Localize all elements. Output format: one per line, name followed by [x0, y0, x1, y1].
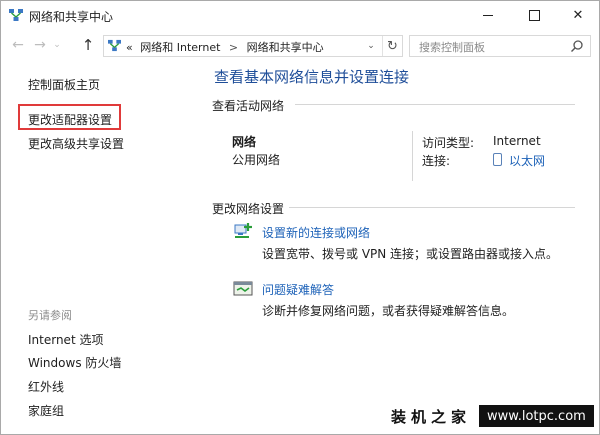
network-name: 网络	[232, 135, 257, 149]
breadcrumb-separator[interactable]: >	[229, 41, 238, 54]
section-divider	[289, 207, 575, 208]
troubleshoot-problems-desc: 诊断并修复网络问题，或者获得疑难解答信息。	[262, 304, 515, 318]
ethernet-icon	[493, 153, 502, 166]
setup-new-connection-link[interactable]: 设置新的连接或网络	[262, 224, 370, 241]
network-setup-icon	[234, 223, 252, 238]
address-dropdown-button[interactable]: ⌄	[362, 36, 380, 56]
close-icon: ✕	[572, 7, 584, 23]
watermark: 装机之家 www.lotpc.com	[391, 405, 594, 427]
troubleshoot-icon	[233, 281, 253, 296]
page-title: 查看基本网络信息并设置连接	[214, 68, 410, 86]
network-sharing-window: 网络和共享中心 ✕ ← → ⌄ ↑ « 网络和 Internet > 网络和共享…	[0, 0, 600, 435]
title-bar: 网络和共享中心 ✕	[1, 1, 599, 31]
maximize-icon	[528, 9, 540, 21]
change-adapter-settings-link[interactable]: 更改适配器设置	[28, 111, 112, 128]
minimize-icon	[483, 14, 493, 16]
back-button[interactable]: ←	[9, 36, 27, 54]
minimize-button[interactable]	[469, 1, 507, 29]
search-icon[interactable]	[570, 39, 584, 53]
breadcrumb: « 网络和 Internet > 网络和共享中心	[126, 39, 324, 55]
internet-options-link[interactable]: Internet 选项	[28, 331, 103, 348]
network-type-link[interactable]: 公用网络	[232, 151, 280, 168]
search-box[interactable]: 搜索控制面板	[409, 35, 591, 57]
network-sharing-icon	[108, 39, 121, 52]
search-input[interactable]: 搜索控制面板	[419, 39, 485, 55]
navigation-bar: ← → ⌄ ↑ « 网络和 Internet > 网络和共享中心 ⌄ ↻ 搜索控…	[1, 32, 599, 58]
main-pane: 查看基本网络信息并设置连接 查看活动网络 网络 公用网络 访问类型: Inter…	[197, 59, 599, 434]
vertical-divider	[412, 131, 413, 181]
forward-arrow-icon: →	[34, 37, 46, 53]
infrared-link[interactable]: 红外线	[28, 378, 64, 395]
recent-locations-button[interactable]: ⌄	[50, 36, 64, 54]
chevron-down-icon: ⌄	[53, 40, 61, 50]
network-sharing-icon	[9, 9, 23, 21]
left-pane: 控制面板主页 更改适配器设置 更改高级共享设置 另请参阅 Internet 选项…	[1, 59, 196, 434]
change-settings-heading: 更改网络设置	[212, 202, 285, 216]
access-type-value: Internet	[493, 134, 541, 148]
refresh-icon: ↻	[387, 38, 398, 54]
back-arrow-icon: ←	[12, 37, 24, 53]
change-advanced-sharing-link[interactable]: 更改高级共享设置	[28, 135, 124, 152]
ethernet-label: 以太网	[509, 154, 546, 168]
see-also-heading: 另请参阅	[28, 309, 72, 322]
window-title: 网络和共享中心	[29, 10, 114, 24]
access-type-label: 访问类型:	[422, 136, 475, 150]
windows-firewall-link[interactable]: Windows 防火墙	[28, 354, 121, 371]
section-divider	[295, 104, 575, 105]
maximize-button[interactable]	[515, 1, 553, 29]
active-networks-heading: 查看活动网络	[212, 99, 285, 113]
homegroup-link[interactable]: 家庭组	[28, 402, 64, 419]
watermark-url: www.lotpc.com	[479, 405, 594, 427]
close-button[interactable]: ✕	[559, 1, 597, 29]
refresh-button[interactable]: ↻	[382, 36, 402, 56]
control-panel-home-link[interactable]: 控制面板主页	[28, 76, 100, 93]
breadcrumb-network-sharing[interactable]: 网络和共享中心	[247, 41, 324, 54]
forward-button[interactable]: →	[31, 36, 49, 54]
watermark-site-name: 装机之家	[391, 407, 472, 426]
breadcrumb-overflow[interactable]: «	[126, 41, 133, 54]
up-arrow-icon: ↑	[81, 36, 95, 54]
connections-label: 连接:	[422, 154, 451, 168]
troubleshoot-problems-link[interactable]: 问题疑难解答	[262, 281, 334, 298]
chevron-down-icon: ⌄	[367, 41, 375, 51]
up-button[interactable]: ↑	[79, 36, 97, 54]
setup-new-connection-desc: 设置宽带、拨号或 VPN 连接；或设置路由器或接入点。	[262, 247, 559, 261]
address-bar[interactable]: « 网络和 Internet > 网络和共享中心 ⌄ ↻	[103, 35, 403, 57]
ethernet-link[interactable]: 以太网	[493, 152, 545, 169]
breadcrumb-network-internet[interactable]: 网络和 Internet	[140, 41, 220, 54]
